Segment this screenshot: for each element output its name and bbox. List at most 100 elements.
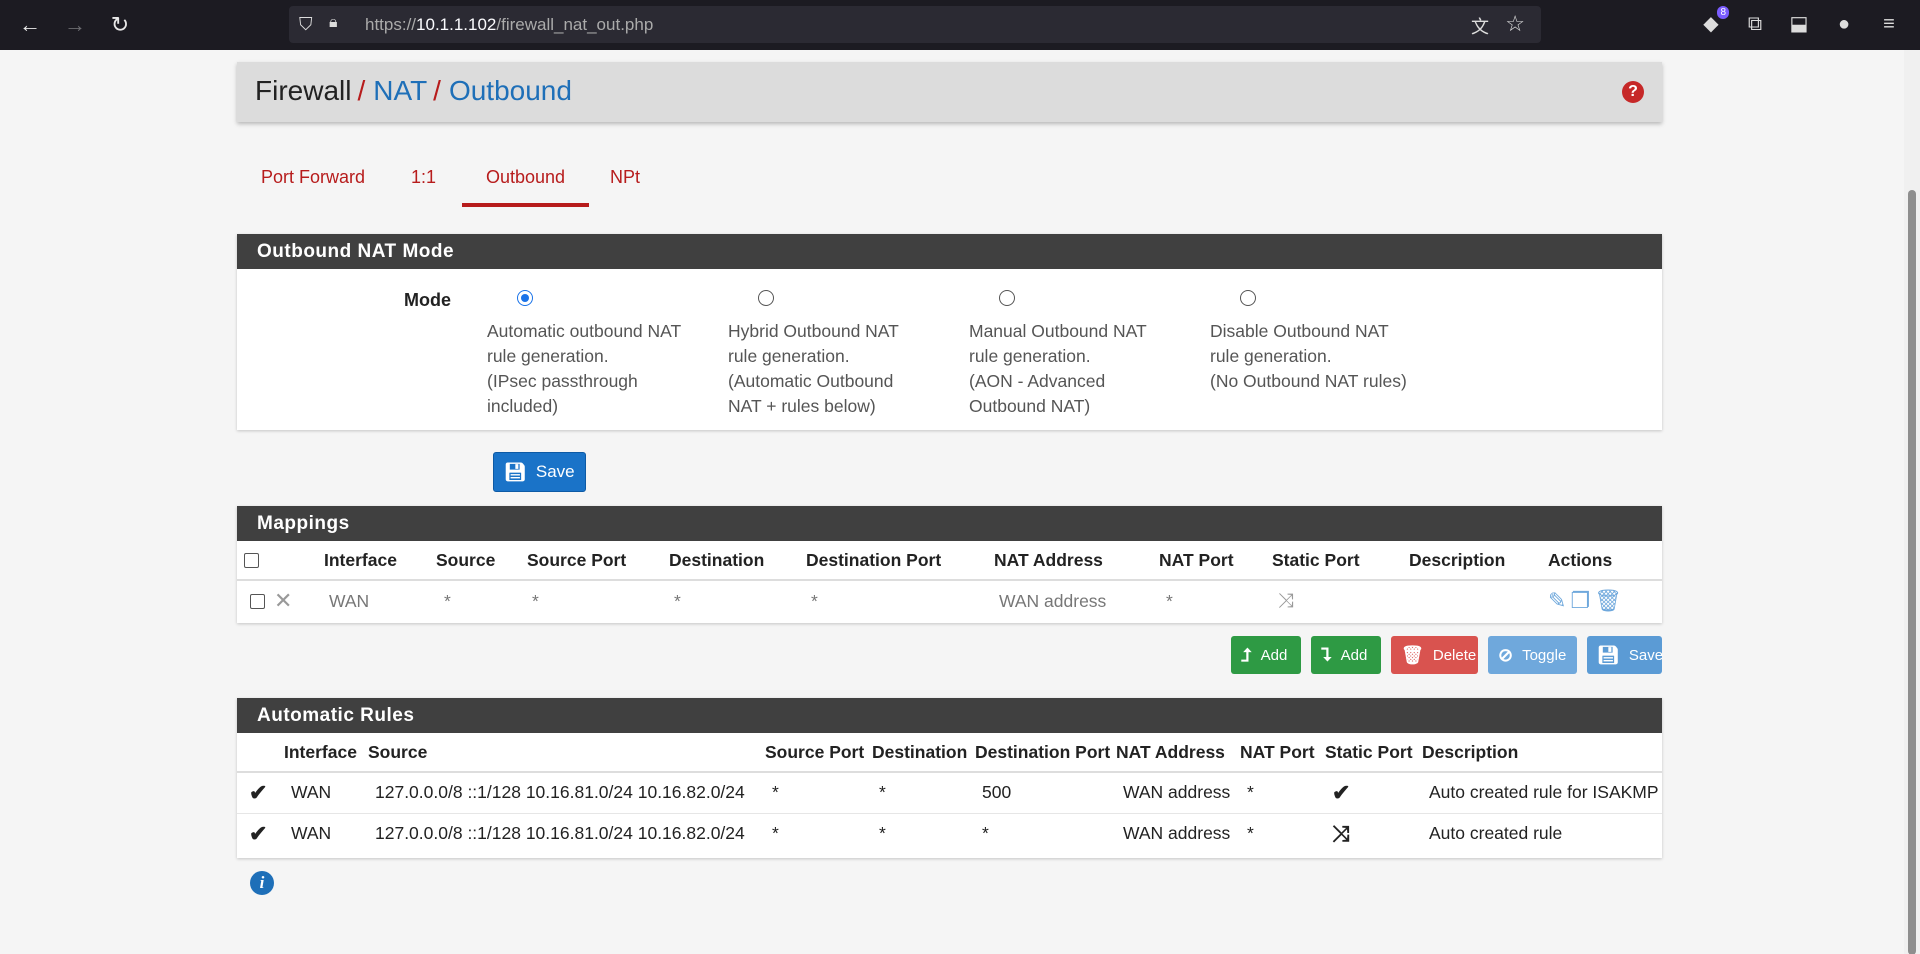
random-icon: ⤨ [1325, 812, 1422, 854]
help-icon[interactable]: ? [1622, 81, 1644, 103]
add-bottom-button[interactable]: ⮧ Add [1311, 636, 1381, 674]
mode-option-hybrid[interactable]: Hybrid Outbound NAT rule generation. (Auto… [728, 290, 933, 419]
trash-icon[interactable]: 🗑︎ [1594, 588, 1622, 613]
table-row: ✔ WAN 127.0.0.0/8 ::1/128 10.16.81.0/24 … [237, 812, 1662, 854]
mode-option-manual[interactable]: Manual Outbound NAT rule generation. (AON … [969, 290, 1174, 419]
cell-destination: * [872, 771, 975, 813]
extension-icon[interactable]: ◆ 8 [1697, 6, 1729, 38]
enabled-check-icon: ✔ [237, 771, 284, 813]
delete-button[interactable]: 🗑︎ Delete [1391, 636, 1478, 674]
mode-save-button[interactable]: 💾︎ Save [493, 452, 586, 492]
cell-nat-address: WAN address [1116, 771, 1240, 813]
shield-icon[interactable]: ⛉ [299, 14, 313, 35]
outbound-nat-mode-panel: Outbound NAT Mode Mode Automatic outboun… [237, 234, 1662, 430]
column-header: NAT Address [1116, 733, 1240, 773]
column-header: Source Port [527, 541, 669, 581]
radio-automatic[interactable] [517, 290, 533, 306]
table-header-row: Interface Source Source Port Destination… [237, 541, 1662, 581]
column-header: NAT Port [1159, 541, 1272, 581]
breadcrumb-firewall: Firewall [255, 75, 352, 106]
mappings-table: Interface Source Source Port Destination… [237, 541, 1662, 621]
browser-toolbar: ← → ↻ ⛉ 🔒︎ https://10.1.1.102/firewall_n… [0, 0, 1920, 50]
breadcrumb-separator: / [357, 75, 366, 106]
column-header: Static Port [1325, 733, 1422, 773]
random-icon: ⤨ [1272, 579, 1409, 621]
save-button[interactable]: 💾︎ Save [1587, 636, 1663, 674]
cell-nat-address: WAN address [1116, 812, 1240, 854]
enabled-check-icon: ✔ [237, 812, 284, 854]
mode-label: Mode [404, 290, 451, 310]
edit-icon[interactable]: ✎ [1548, 588, 1566, 613]
breadcrumb-outbound-link[interactable]: Outbound [449, 75, 572, 106]
add-top-button[interactable]: ⮥ Add [1231, 636, 1301, 674]
forward-icon[interactable]: → [62, 12, 88, 38]
column-header: NAT Address [994, 541, 1159, 581]
cell-source: 127.0.0.0/8 ::1/128 10.16.81.0/24 10.16.… [368, 812, 765, 854]
check-icon: ✔ [1325, 771, 1422, 813]
cell-source: * [436, 579, 527, 621]
tab-npt[interactable]: NPt [586, 155, 664, 207]
cell-description [1409, 579, 1548, 621]
arrow-up-icon: ⮥ [1241, 644, 1252, 665]
menu-icon[interactable]: ≡ [1875, 10, 1903, 38]
row-checkbox[interactable] [250, 594, 265, 610]
cell-nat-port: * [1159, 579, 1272, 621]
info-icon[interactable]: i [250, 871, 274, 895]
mode-option-text: Hybrid Outbound NAT rule generation. (Auto… [728, 321, 899, 416]
mode-option-text: Automatic outbound NAT rule generation. (I… [487, 321, 682, 416]
translate-icon[interactable]: 文 [1471, 13, 1489, 39]
cell-source-port: * [527, 579, 669, 621]
disabled-x-icon[interactable]: ✕ [274, 579, 324, 621]
radio-disable[interactable] [1240, 290, 1256, 306]
column-header: Interface [284, 733, 368, 773]
select-all-checkbox[interactable] [244, 553, 259, 569]
cell-interface: WAN [324, 579, 436, 621]
table-header-row: Interface Source Source Port Destination… [237, 733, 1662, 773]
column-header: Static Port [1272, 541, 1409, 581]
tab-one-to-one[interactable]: 1:1 [387, 155, 460, 207]
url-text[interactable]: https://10.1.1.102/firewall_nat_out.php [365, 15, 653, 35]
copy-icon[interactable]: ❐ [1570, 588, 1590, 613]
breadcrumb-separator: / [433, 75, 441, 106]
column-header: Description [1422, 733, 1662, 773]
reload-icon[interactable]: ↻ [107, 12, 133, 38]
address-bar[interactable]: ⛉ 🔒︎ https://10.1.1.102/firewall_nat_out… [289, 6, 1541, 43]
toggle-button[interactable]: ⊘ Toggle [1488, 636, 1577, 674]
mode-option-text: Manual Outbound NAT rule generation. (AON … [969, 321, 1147, 416]
page-scrollbar[interactable] [1904, 50, 1920, 954]
profile-icon[interactable]: ● [1830, 10, 1858, 38]
column-header: Source [436, 541, 527, 581]
mode-option-automatic[interactable]: Automatic outbound NAT rule generation. (I… [487, 290, 692, 419]
column-header: Actions [1548, 541, 1662, 581]
column-header: NAT Port [1240, 733, 1325, 773]
radio-hybrid[interactable] [758, 290, 774, 306]
tab-port-forward[interactable]: Port Forward [237, 155, 389, 207]
breadcrumb-nat-link[interactable]: NAT [373, 75, 427, 106]
cell-nat-port: * [1240, 771, 1325, 813]
mode-option-text: Disable Outbound NAT rule generation. (No … [1210, 321, 1407, 391]
trash-icon: 🗑︎ [1401, 644, 1424, 665]
cell-source: 127.0.0.0/8 ::1/128 10.16.81.0/24 10.16.… [368, 771, 765, 813]
cell-interface: WAN [284, 771, 368, 813]
table-row[interactable]: ✕ WAN * * * * WAN address * ⤨ ✎ ❐ 🗑︎ [237, 579, 1662, 621]
mappings-panel: Mappings Interface Source Source Port De… [237, 506, 1662, 623]
column-header: Source Port [765, 733, 872, 773]
scrollbar-thumb[interactable] [1908, 190, 1916, 954]
cell-description: Auto created rule for ISAKMP [1422, 771, 1662, 813]
table-row: ✔ WAN 127.0.0.0/8 ::1/128 10.16.81.0/24 … [237, 771, 1662, 813]
tab-outbound[interactable]: Outbound [462, 155, 590, 207]
extension-badge: 8 [1717, 6, 1729, 19]
save-icon: 💾︎ [1597, 644, 1620, 665]
radio-manual[interactable] [999, 290, 1015, 306]
cell-destination: * [872, 812, 975, 854]
ban-icon: ⊘ [1498, 644, 1514, 665]
puzzle-icon[interactable]: ⧉ [1741, 10, 1769, 38]
bookmark-star-icon[interactable]: ☆ [1505, 11, 1525, 37]
lock-icon[interactable]: 🔒︎ [329, 14, 338, 32]
cell-destination-port: * [806, 579, 994, 621]
download-icon[interactable]: ⬓ [1785, 10, 1813, 38]
back-icon[interactable]: ← [17, 12, 43, 38]
arrow-down-icon: ⮧ [1321, 644, 1332, 665]
mode-option-disable[interactable]: Disable Outbound NAT rule generation. (No … [1210, 290, 1440, 394]
panel-title: Mappings [237, 506, 1662, 541]
